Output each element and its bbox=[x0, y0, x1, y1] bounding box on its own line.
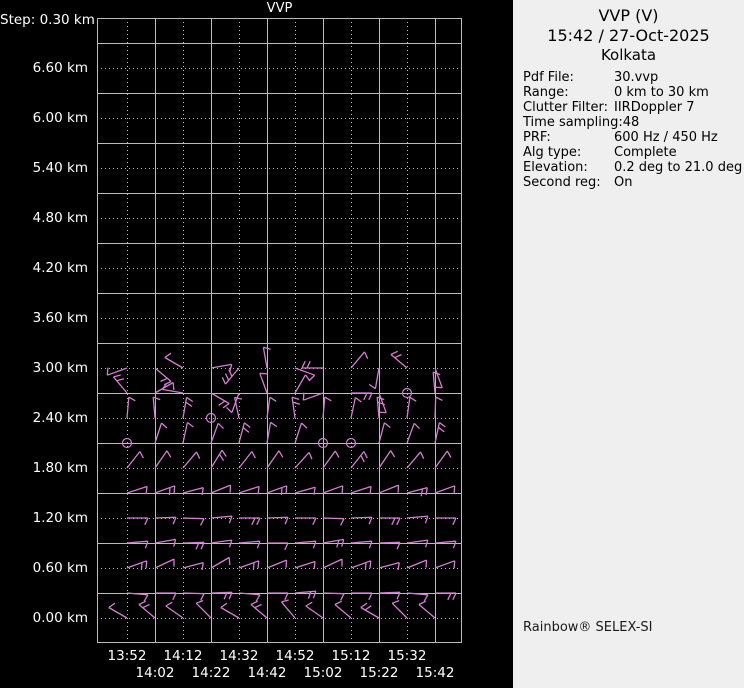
station-name: Kolkata bbox=[600, 46, 657, 64]
wind-barb-plot bbox=[97, 18, 463, 644]
chart-title: VVP bbox=[266, 1, 293, 16]
parameter-label: Second reg: bbox=[523, 175, 601, 190]
height-step-label: Step: 0.30 km bbox=[0, 12, 95, 28]
y-axis-label: 6.00 km bbox=[32, 110, 88, 126]
y-axis-label: 4.80 km bbox=[32, 210, 88, 226]
scan-datetime: 15:42 / 27-Oct-2025 bbox=[547, 26, 710, 45]
parameter-label: Elevation: bbox=[523, 160, 588, 175]
y-axis-label: 5.40 km bbox=[32, 160, 88, 176]
y-axis-label: 1.20 km bbox=[32, 510, 88, 526]
parameter-label: Range: bbox=[523, 85, 569, 100]
x-axis-label: 14:32 bbox=[219, 648, 259, 664]
parameter-value: 30.vvp bbox=[614, 70, 659, 85]
y-axis-label: 3.60 km bbox=[32, 310, 88, 326]
x-axis-label: 13:52 bbox=[107, 648, 147, 664]
software-brand-label: Rainbow® SELEX-SI bbox=[523, 620, 653, 635]
parameter-row: Alg type: Complete bbox=[523, 145, 744, 160]
scan-parameters-list: Pdf File: 30.vvp Range: 0 km to 30 km Clutte… bbox=[513, 70, 744, 190]
parameter-label: Pdf File: bbox=[523, 70, 574, 85]
y-axis-label: 0.00 km bbox=[32, 610, 88, 626]
product-title: VVP (V) bbox=[598, 6, 659, 25]
x-axis-label: 15:32 bbox=[387, 648, 427, 664]
y-axis-label: 4.20 km bbox=[32, 260, 88, 276]
parameter-row: Range: 0 km to 30 km bbox=[523, 85, 744, 100]
parameter-label: Alg type: bbox=[523, 145, 582, 160]
parameter-row: Second reg: On bbox=[523, 175, 744, 190]
x-axis-label: 15:12 bbox=[331, 648, 371, 664]
x-axis-label: 14:02 bbox=[135, 665, 175, 681]
parameter-row: Clutter Filter: IIRDoppler 7 bbox=[523, 100, 744, 115]
parameter-row: PRF: 600 Hz / 450 Hz bbox=[523, 130, 744, 145]
parameter-label: PRF: bbox=[523, 130, 551, 145]
parameter-value: 48 bbox=[622, 115, 640, 130]
parameter-label: Clutter Filter: bbox=[523, 100, 608, 115]
parameter-value: Complete bbox=[614, 145, 677, 160]
x-axis-label: 14:42 bbox=[247, 665, 287, 681]
parameter-value: 0 km to 30 km bbox=[614, 85, 709, 100]
y-axis-label: 3.00 km bbox=[32, 360, 88, 376]
x-axis-label: 15:02 bbox=[303, 665, 343, 681]
parameter-value: 600 Hz / 450 Hz bbox=[614, 130, 718, 145]
y-axis-label: 2.40 km bbox=[32, 410, 88, 426]
x-axis-label: 14:22 bbox=[191, 665, 231, 681]
x-axis-label: 14:12 bbox=[163, 648, 203, 664]
x-axis-label: 15:42 bbox=[415, 665, 455, 681]
vvp-time-height-chart: VVP Step: 0.30 km 6.60 km 6.00 km 5.40 km 4… bbox=[0, 0, 513, 688]
info-panel: VVP (V) 15:42 / 27-Oct-2025 Kolkata Pdf … bbox=[513, 0, 744, 688]
x-axis-label: 14:52 bbox=[275, 648, 315, 664]
parameter-row: Time sampling: 48 bbox=[523, 115, 744, 130]
y-axis-label: 6.60 km bbox=[32, 60, 88, 76]
parameter-value: 0.2 deg to 21.0 deg bbox=[614, 160, 743, 175]
panel-header: VVP (V) 15:42 / 27-Oct-2025 Kolkata bbox=[513, 0, 744, 65]
parameter-value: On bbox=[614, 175, 633, 190]
parameter-label: Time sampling: bbox=[523, 115, 623, 130]
x-axis-label: 15:22 bbox=[359, 665, 399, 681]
y-axis-label: 1.80 km bbox=[32, 460, 88, 476]
parameter-row: Elevation: 0.2 deg to 21.0 deg bbox=[523, 160, 744, 175]
parameter-value: IIRDoppler 7 bbox=[614, 100, 695, 115]
parameter-row: Pdf File: 30.vvp bbox=[523, 70, 744, 85]
y-axis-label: 0.60 km bbox=[32, 560, 88, 576]
